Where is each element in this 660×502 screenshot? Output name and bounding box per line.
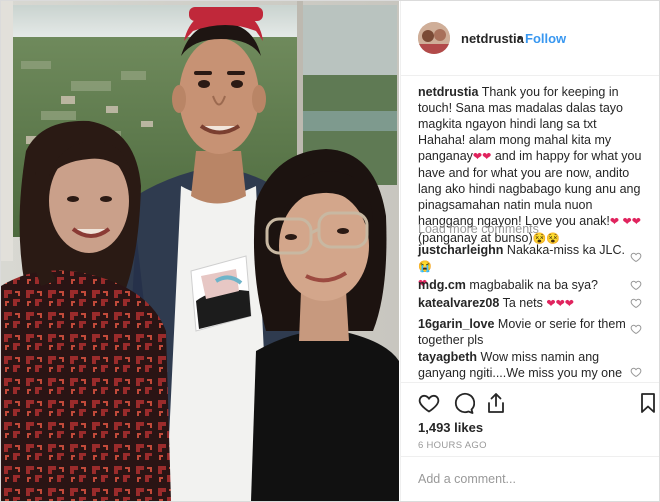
post-timestamp[interactable]: 6 HOURS AGO [418,440,487,451]
comment-like-heart-icon[interactable] [630,279,642,291]
add-comment-bar [401,456,659,501]
comment-item: mdg.cm magbabalik na ba sya? [418,277,630,293]
comment-text: Nakaka-miss ka JLC. [506,243,626,257]
comment-like-heart-icon[interactable] [630,251,642,263]
comment-item: tayagbeth Wow miss namin ang ganyang ngi… [418,349,630,381]
comment-username-link[interactable]: 16garin_love [418,317,494,331]
heart-emoji-icon: ❤❤ [622,216,641,228]
comments-area[interactable]: netdrustia Thank you for keeping in touc… [401,76,659,382]
heart-outline-icon[interactable] [417,391,441,415]
comment-username-link[interactable]: mdg.cm [418,278,466,292]
comment-item: katealvarez08 Ta nets ❤❤❤ [418,295,630,312]
comment-username-link[interactable]: katealvarez08 [418,296,499,310]
post-actions-bar [401,382,660,423]
header-username-link[interactable]: netdrustia [461,31,524,46]
load-more-comments-button[interactable]: Load more comments [418,222,539,236]
speech-bubble-icon[interactable] [451,391,475,415]
comment-username-link[interactable]: justcharleighn [418,243,503,257]
comment-username-link[interactable]: tayagbeth [418,350,477,364]
comment-like-heart-icon[interactable] [630,366,642,378]
selfie-image [1,1,399,501]
instagram-post: netdrustia • Follow netdrustia Thank you… [0,0,660,502]
comment-like-heart-icon[interactable] [630,323,642,335]
caption-username-link[interactable]: netdrustia [418,85,478,99]
likes-count[interactable]: 1,493 likes [418,420,483,435]
follow-button[interactable]: Follow [525,31,566,46]
heart-emoji-icon: ❤ [609,216,620,228]
add-comment-input[interactable] [418,470,643,488]
crying-emoji-icon: 😭 [418,261,432,273]
avatar-image [418,22,450,54]
bookmark-icon[interactable] [636,391,660,415]
share-icon[interactable] [484,391,508,415]
comment-item: 16garin_love Movie or serie for them tog… [418,316,630,348]
post-side-panel: netdrustia • Follow netdrustia Thank you… [400,1,660,501]
heart-emoji-icon: ❤❤❤ [546,298,575,310]
post-header: netdrustia • Follow [401,1,659,76]
avatar[interactable] [418,22,450,54]
heart-emoji-icon: ❤❤ [472,151,492,163]
post-photo[interactable] [1,1,399,501]
header-separator: • [517,30,522,45]
comment-text: magbabalik na ba sya? [469,278,598,292]
comment-text: Ta nets [502,296,543,310]
comment-like-heart-icon[interactable] [630,297,642,309]
